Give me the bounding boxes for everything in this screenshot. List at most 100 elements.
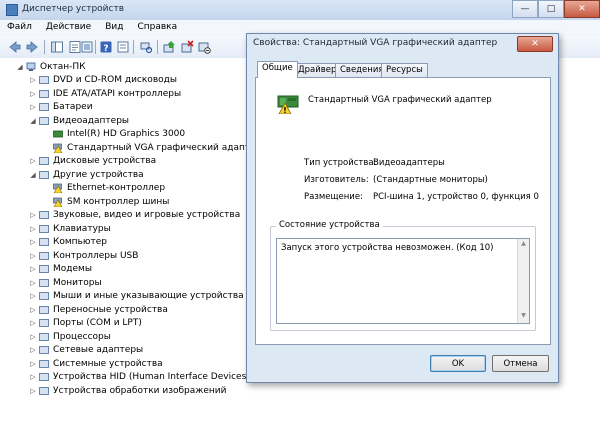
- update-list-icon[interactable]: [116, 40, 130, 54]
- disable-device-icon[interactable]: [197, 40, 211, 54]
- port-icon: [39, 319, 49, 327]
- show-hide-tree-icon[interactable]: [50, 40, 64, 54]
- collapsed-arrow-icon[interactable]: ▷: [29, 292, 37, 300]
- general-tab-panel: ! Стандартный VGA графический адаптер Ти…: [255, 77, 551, 345]
- tree-item[interactable]: ▷ IDE ATA/ATAPI контроллеры: [29, 87, 181, 100]
- hid-icon: [39, 373, 49, 381]
- collapsed-arrow-icon[interactable]: ▷: [29, 319, 37, 327]
- expanded-arrow-icon[interactable]: ◢: [16, 63, 24, 71]
- tree-item[interactable]: ▷ Батареи: [29, 101, 92, 114]
- collapsed-arrow-icon[interactable]: ▷: [29, 346, 37, 354]
- tree-item[interactable]: ▷ Переносные устройства: [29, 303, 168, 316]
- tree-item-label: DVD и CD-ROM дисководы: [53, 75, 177, 85]
- collapsed-arrow-icon[interactable]: ▷: [29, 360, 37, 368]
- collapsed-arrow-icon[interactable]: ▷: [29, 238, 37, 246]
- expanded-arrow-icon[interactable]: ◢: [29, 171, 37, 179]
- uninstall-device-icon[interactable]: [180, 40, 194, 54]
- tree-item[interactable]: ▷ Мониторы: [29, 276, 101, 289]
- tree-item-label: Системные устройства: [53, 358, 163, 369]
- tree-item[interactable]: ▷ Контроллеры USB: [29, 249, 138, 262]
- tree-item[interactable]: ▷ Сетевые адаптеры: [29, 344, 143, 357]
- tree-item[interactable]: SM контроллер шины: [43, 195, 169, 208]
- tab-general[interactable]: Общие: [257, 61, 298, 78]
- menu-file[interactable]: Файл: [0, 20, 39, 36]
- collapsed-arrow-icon[interactable]: ▷: [29, 90, 37, 98]
- collapsed-arrow-icon[interactable]: ▷: [29, 373, 37, 381]
- forward-arrow-icon[interactable]: [25, 40, 39, 54]
- tree-item[interactable]: Intel(R) HD Graphics 3000: [43, 128, 185, 141]
- tree-item-label: Модемы: [53, 264, 92, 274]
- tree-item-label: Сетевые адаптеры: [53, 345, 144, 355]
- minimize-button[interactable]: —: [512, 0, 538, 18]
- tree-item-label: Мыши и иные указывающие устройства: [53, 291, 244, 301]
- tree-item-label: Устройства HID (Human Interface Devices): [53, 372, 250, 382]
- tree-item-label: Видеоадаптеры: [53, 115, 130, 126]
- properties-dialog: Свойства: Стандартный VGA графический ад…: [246, 33, 559, 383]
- device-status-textbox[interactable]: Запуск этого устройства невозможен. (Код…: [276, 238, 530, 324]
- scroll-down-icon[interactable]: ▼: [519, 312, 528, 322]
- tree-item[interactable]: Ethernet-контроллер: [43, 182, 165, 195]
- display-adapter-warning-icon: !: [277, 95, 299, 114]
- scroll-up-icon[interactable]: ▲: [519, 240, 528, 250]
- tree-item-label: Компьютер: [53, 237, 107, 247]
- tree-item[interactable]: ▷ Модемы: [29, 263, 92, 276]
- status-scrollbar[interactable]: ▲ ▼: [517, 239, 529, 323]
- menu-view[interactable]: Вид: [98, 20, 130, 36]
- tree-item[interactable]: ▷ Порты (COM и LPT): [29, 317, 142, 330]
- menu-action[interactable]: Действие: [39, 20, 98, 36]
- back-arrow-icon[interactable]: [8, 40, 22, 54]
- expanded-arrow-icon[interactable]: ◢: [29, 117, 37, 125]
- maximize-button[interactable]: □: [538, 0, 564, 18]
- collapsed-arrow-icon[interactable]: ▷: [29, 211, 37, 219]
- help-icon[interactable]: ?: [99, 40, 113, 54]
- tree-item[interactable]: ▷ Устройства HID (Human Interface Devices…: [29, 371, 250, 384]
- tree-item[interactable]: ◢ Другие устройства: [29, 168, 143, 181]
- device-type-value: Видеоадаптеры: [373, 158, 445, 168]
- close-button[interactable]: ✕: [564, 0, 600, 18]
- monitor-icon: [39, 278, 49, 287]
- scan-hardware-icon[interactable]: [139, 40, 153, 54]
- tree-item[interactable]: ▷ Системные устройства: [29, 357, 163, 370]
- collapsed-arrow-icon[interactable]: ▷: [29, 225, 37, 233]
- collapsed-arrow-icon[interactable]: ▷: [29, 279, 37, 287]
- cancel-button[interactable]: Отмена: [492, 355, 549, 372]
- usb-icon: [39, 251, 49, 260]
- tree-item[interactable]: ▷ Мыши и иные указывающие устройства: [29, 290, 244, 303]
- tree-item-label: Клавиатуры: [53, 223, 111, 234]
- svg-text:?: ?: [103, 44, 108, 54]
- tree-item[interactable]: ▷ Клавиатуры: [29, 222, 111, 235]
- tree-item[interactable]: ▷ Процессоры: [29, 330, 111, 343]
- collapsed-arrow-icon[interactable]: ▷: [29, 103, 37, 111]
- tree-item-label: SM контроллер шины: [67, 196, 170, 207]
- network-adapter-icon: [39, 346, 49, 354]
- portable-device-icon: [39, 305, 49, 314]
- tree-item[interactable]: ▷ Дисковые устройства: [29, 155, 156, 168]
- collapsed-arrow-icon[interactable]: ▷: [29, 252, 37, 260]
- dvd-drive-icon: [39, 76, 49, 84]
- dialog-close-button[interactable]: ✕: [517, 36, 553, 52]
- tree-item[interactable]: Стандартный VGA графический адаптер: [43, 141, 261, 154]
- tree-item[interactable]: ▷ Устройства обработки изображений: [29, 384, 226, 397]
- tree-item[interactable]: ◢ Видеоадаптеры: [29, 114, 129, 127]
- view-details-icon[interactable]: [80, 40, 94, 54]
- warning-device-icon: [53, 197, 63, 207]
- tree-item[interactable]: ▷ DVD и CD-ROM дисководы: [29, 74, 177, 87]
- tab-resources[interactable]: Ресурсы: [381, 63, 428, 77]
- device-status-group-title: Состояние устройства: [276, 220, 383, 230]
- menu-help[interactable]: Справка: [130, 20, 184, 36]
- tree-item[interactable]: ▷ Компьютер: [29, 236, 107, 249]
- collapsed-arrow-icon[interactable]: ▷: [29, 306, 37, 314]
- update-driver-icon[interactable]: [162, 40, 176, 54]
- collapsed-arrow-icon[interactable]: ▷: [29, 333, 37, 341]
- ok-button[interactable]: OK: [430, 355, 486, 372]
- tree-item[interactable]: ▷ Звуковые, видео и игровые устройства: [29, 209, 240, 222]
- collapsed-arrow-icon[interactable]: ▷: [29, 387, 37, 395]
- collapsed-arrow-icon[interactable]: ▷: [29, 265, 37, 273]
- collapsed-arrow-icon[interactable]: ▷: [29, 157, 37, 165]
- device-manager-icon: [6, 4, 18, 16]
- tree-item[interactable]: ◢ Октан-ПК: [16, 60, 85, 73]
- dialog-title: Свойства: Стандартный VGA графический ад…: [253, 38, 498, 48]
- collapsed-arrow-icon[interactable]: ▷: [29, 76, 37, 84]
- tree-item-label: Контроллеры USB: [53, 250, 139, 261]
- title-bar[interactable]: Диспетчер устройств — □ ✕: [0, 0, 600, 21]
